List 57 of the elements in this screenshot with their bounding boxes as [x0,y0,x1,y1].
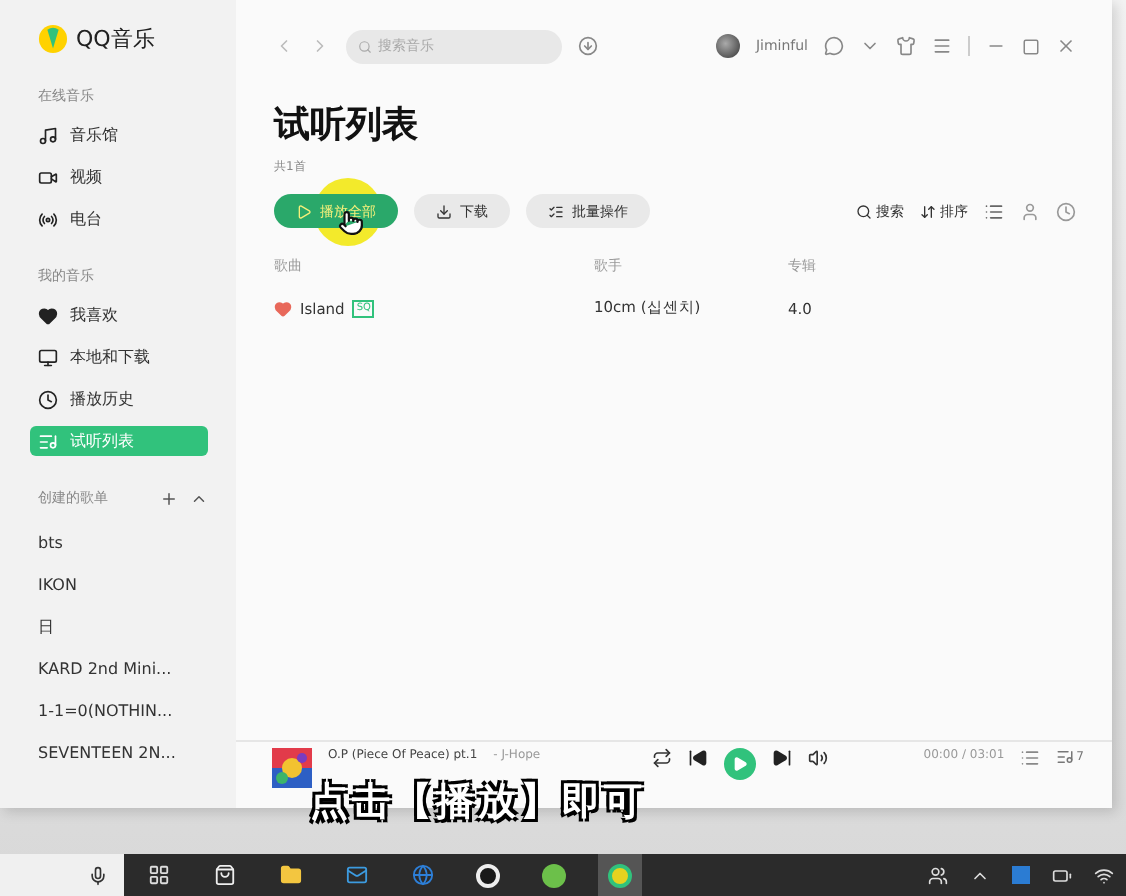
sort-icon [920,203,936,219]
heart-icon[interactable] [274,299,292,317]
music-note-icon [38,125,58,145]
clock-icon [38,389,58,409]
music-app-icon[interactable] [608,863,632,887]
sidebar-item[interactable]: 我喜欢 [30,300,208,330]
page-title: 试听列表 [274,102,420,148]
sidebar-item[interactable]: 本地和下载 [30,342,208,372]
download-icon[interactable] [578,36,598,56]
avatar[interactable] [715,34,740,58]
search-icon [856,203,872,219]
microphone-icon[interactable] [88,865,108,885]
playlist-item[interactable]: 日 [38,606,208,648]
sidebar-item[interactable]: 电台 [30,204,208,234]
globe-icon[interactable] [411,864,433,886]
folder-icon[interactable] [279,864,301,886]
app-name: QQ音乐 [76,24,155,54]
playlist-item[interactable]: SEVENTEEN 2N... [38,732,208,774]
monitor-icon [38,347,58,367]
playlist-item[interactable]: 1-1=0(NOTHIN... [38,690,208,732]
play-icon [296,203,312,219]
maximize-icon[interactable] [1022,37,1040,55]
video-icon [38,167,58,187]
playlist-item[interactable]: KARD 2nd Mini... [38,648,208,690]
add-icon[interactable] [160,489,178,507]
heart-icon [38,305,58,325]
shirt-icon[interactable] [896,36,916,56]
network-icon[interactable] [1094,865,1114,885]
next-icon[interactable] [772,748,793,768]
menu-icon[interactable] [932,36,952,56]
chat-icon[interactable] [824,36,844,56]
shopping-bag-icon[interactable] [213,864,235,886]
task-view-icon[interactable] [147,864,169,886]
playlist-item[interactable]: bts [38,522,208,564]
user-icon[interactable] [1020,201,1040,221]
sidebar-item[interactable]: 播放历史 [30,384,208,414]
playlist-icon [1056,748,1075,766]
battery-icon[interactable] [1052,865,1072,885]
list-view-icon[interactable] [984,201,1004,221]
repeat-icon[interactable] [652,748,673,768]
download-icon [436,203,452,219]
play-icon [732,756,749,772]
volume-icon[interactable] [808,748,829,768]
circle-app-icon[interactable] [542,863,566,887]
sidebar-item[interactable]: 视频 [30,162,208,192]
mail-icon[interactable] [345,864,367,886]
previous-icon[interactable] [688,748,709,768]
playlist-icon [38,431,58,451]
close-icon[interactable] [1056,36,1076,56]
logo-icon [38,24,68,54]
sidebar-item[interactable]: 音乐馆 [30,120,208,150]
people-icon[interactable] [928,865,948,885]
playlist-item[interactable]: IKON [38,564,208,606]
checklist-icon [548,203,564,219]
clock-icon[interactable] [1056,201,1076,221]
search-icon [358,39,372,53]
radio-icon [38,209,58,229]
